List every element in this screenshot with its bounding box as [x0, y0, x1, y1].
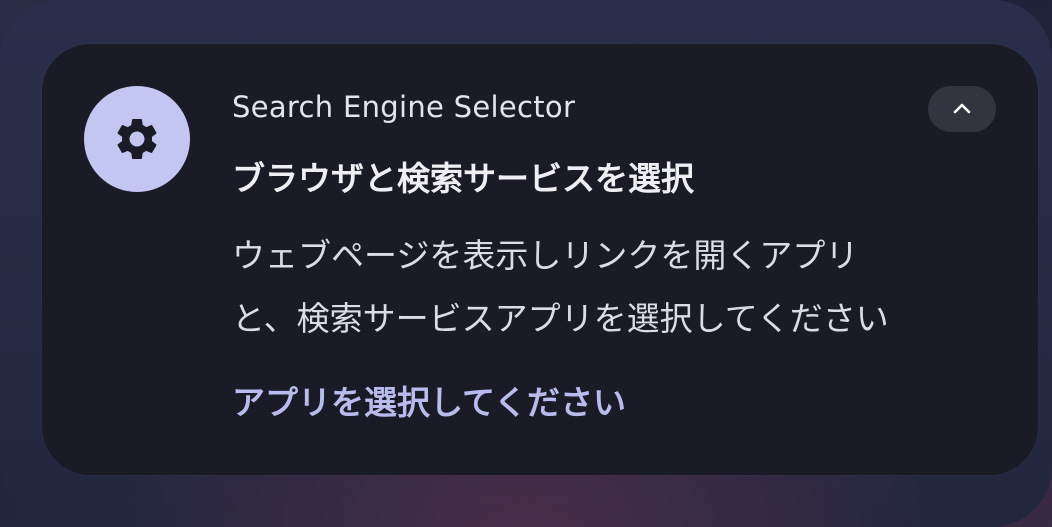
notification-body-line: と、検索サービスアプリを選択してください: [232, 299, 889, 338]
app-name: Search Engine Selector: [232, 90, 576, 124]
collapse-button[interactable]: [928, 86, 996, 132]
gear-icon: [117, 118, 157, 159]
app-icon: [84, 86, 190, 192]
notification-card[interactable]: Search Engine Selector ブラウザと検索サービスを選択 ウェ…: [42, 44, 1038, 475]
notification-title: ブラウザと検索サービスを選択: [232, 159, 694, 198]
notification-body-line: ウェブページを表示しリンクを開くアプリ: [232, 236, 859, 275]
select-app-action[interactable]: アプリを選択してください: [232, 376, 626, 424]
chevron-up-icon: [953, 103, 971, 114]
notification-body: ウェブページを表示しリンクを開くアプリ と、検索サービスアプリを選択してください: [232, 224, 992, 350]
